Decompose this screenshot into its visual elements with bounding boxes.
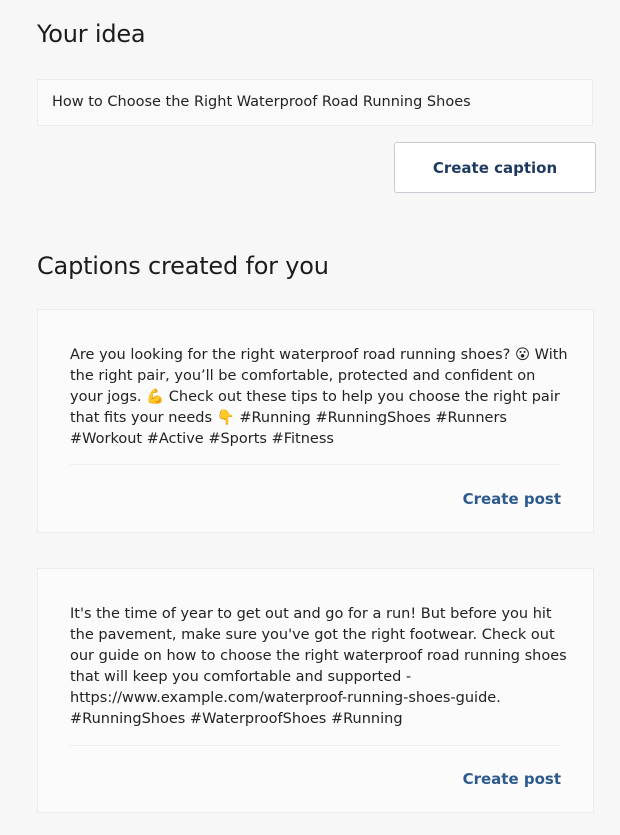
- captions-heading: Captions created for you: [37, 252, 329, 280]
- divider: [70, 464, 561, 465]
- idea-input[interactable]: How to Choose the Right Waterproof Road …: [37, 79, 593, 126]
- create-post-button[interactable]: Create post: [463, 490, 561, 508]
- caption-card: It's the time of year to get out and go …: [37, 568, 594, 813]
- your-idea-heading: Your idea: [37, 20, 146, 48]
- caption-text: Are you looking for the right waterproof…: [70, 347, 568, 447]
- caption-card: Are you looking for the right waterproof…: [37, 309, 594, 533]
- divider: [70, 745, 561, 746]
- page: Your idea How to Choose the Right Waterp…: [0, 0, 620, 835]
- create-post-button[interactable]: Create post: [463, 770, 561, 788]
- create-caption-button[interactable]: Create caption: [394, 142, 596, 193]
- caption-text: It's the time of year to get out and go …: [70, 606, 567, 727]
